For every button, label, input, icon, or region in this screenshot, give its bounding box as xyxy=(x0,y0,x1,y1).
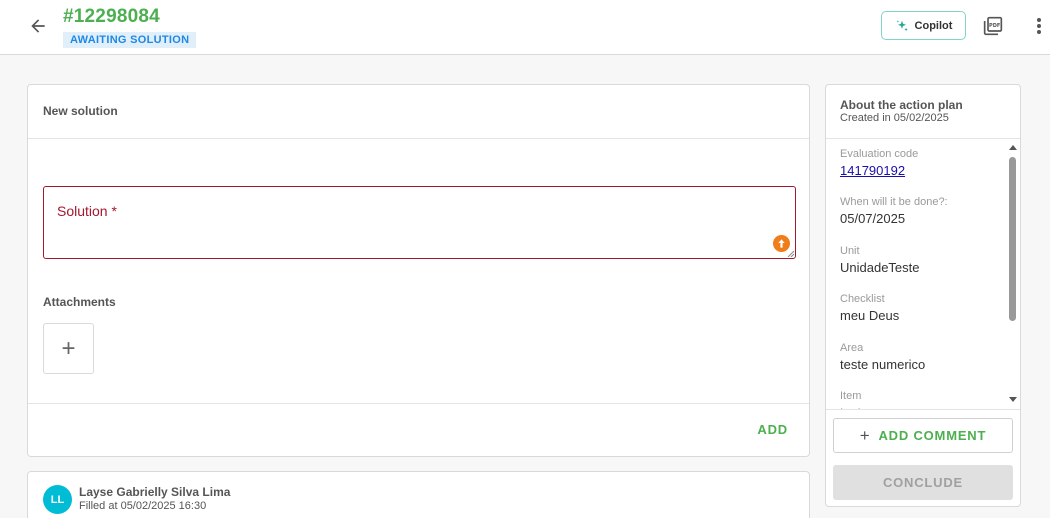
upload-arrow-icon xyxy=(778,239,785,248)
detail-unit: Unit UnidadeTeste xyxy=(840,244,920,276)
scroll-up-icon[interactable] xyxy=(1009,145,1017,150)
detail-checklist: Checklist meu Deus xyxy=(840,292,899,324)
card-title: New solution xyxy=(43,104,118,118)
svg-text:PDF: PDF xyxy=(989,23,1000,29)
new-solution-card: New solution Solution * Attachments + AD… xyxy=(27,84,810,457)
add-solution-button[interactable]: ADD xyxy=(757,422,788,437)
about-action-plan-panel: About the action plan Created in 05/02/2… xyxy=(825,84,1021,507)
detail-due-date: When will it be done?: 05/07/2025 xyxy=(840,195,948,227)
comment-timestamp: Filled at 05/02/2025 16:30 xyxy=(79,500,207,512)
plus-icon: + xyxy=(859,425,871,445)
add-comment-label: ADD COMMENT xyxy=(878,428,987,443)
attachments-label: Attachments xyxy=(43,295,116,309)
comment-author: Layse Gabrielly Silva Lima xyxy=(79,485,231,499)
created-date: Created in 05/02/2025 xyxy=(840,112,949,124)
comment-card: LL Layse Gabrielly Silva Lima Filled at … xyxy=(27,471,810,518)
resize-grip-icon[interactable] xyxy=(787,250,794,257)
details-list[interactable]: Evaluation code 141790192 When will it b… xyxy=(826,139,1020,409)
solution-field[interactable]: Solution * xyxy=(43,186,796,259)
avatar: LL xyxy=(43,485,72,514)
detail-value: 05/07/2025 xyxy=(840,211,906,226)
more-vert-icon xyxy=(1037,18,1041,34)
detail-label: Unit xyxy=(840,245,860,257)
pdf-button[interactable]: PDF xyxy=(981,14,1005,38)
detail-label: When will it be done?: xyxy=(840,196,948,208)
scroll-thumb[interactable] xyxy=(1009,157,1016,321)
detail-label: Checklist xyxy=(840,293,885,305)
detail-value: UnidadeTeste xyxy=(840,260,920,275)
detail-label: Item xyxy=(840,390,862,402)
conclude-button[interactable]: CONCLUDE xyxy=(833,465,1013,500)
detail-item: Item teste xyxy=(840,389,868,409)
back-button[interactable] xyxy=(26,14,50,38)
panel-title: About the action plan xyxy=(840,98,963,112)
copilot-label: Copilot xyxy=(914,19,953,32)
evaluation-code-link[interactable]: 141790192 xyxy=(840,163,918,179)
add-attachment-button[interactable]: + xyxy=(43,323,94,374)
scroll-down-icon[interactable] xyxy=(1009,397,1017,402)
detail-area: Area teste numerico xyxy=(840,341,925,373)
divider xyxy=(28,138,809,139)
more-menu-button[interactable] xyxy=(1030,14,1048,38)
detail-label: Evaluation code xyxy=(840,148,919,160)
scrollbar[interactable] xyxy=(1007,139,1019,409)
divider xyxy=(28,403,809,404)
detail-value: meu Deus xyxy=(840,308,900,323)
plan-id: #12298084 xyxy=(63,6,160,27)
detail-evaluation-code: Evaluation code 141790192 xyxy=(840,147,918,179)
copilot-button[interactable]: Copilot xyxy=(881,11,966,40)
top-header: #12298084 AWAITING SOLUTION Copilot PDF xyxy=(0,0,1050,55)
pdf-icon: PDF xyxy=(983,16,1003,36)
divider xyxy=(826,409,1020,410)
plus-icon: + xyxy=(61,334,76,362)
back-arrow-icon xyxy=(31,19,45,33)
solution-label: Solution * xyxy=(57,203,117,219)
detail-value: teste numerico xyxy=(840,357,926,372)
status-badge: AWAITING SOLUTION xyxy=(63,32,197,48)
sparkle-icon xyxy=(896,19,908,31)
detail-label: Area xyxy=(840,342,864,354)
add-comment-button[interactable]: + ADD COMMENT xyxy=(833,418,1013,453)
